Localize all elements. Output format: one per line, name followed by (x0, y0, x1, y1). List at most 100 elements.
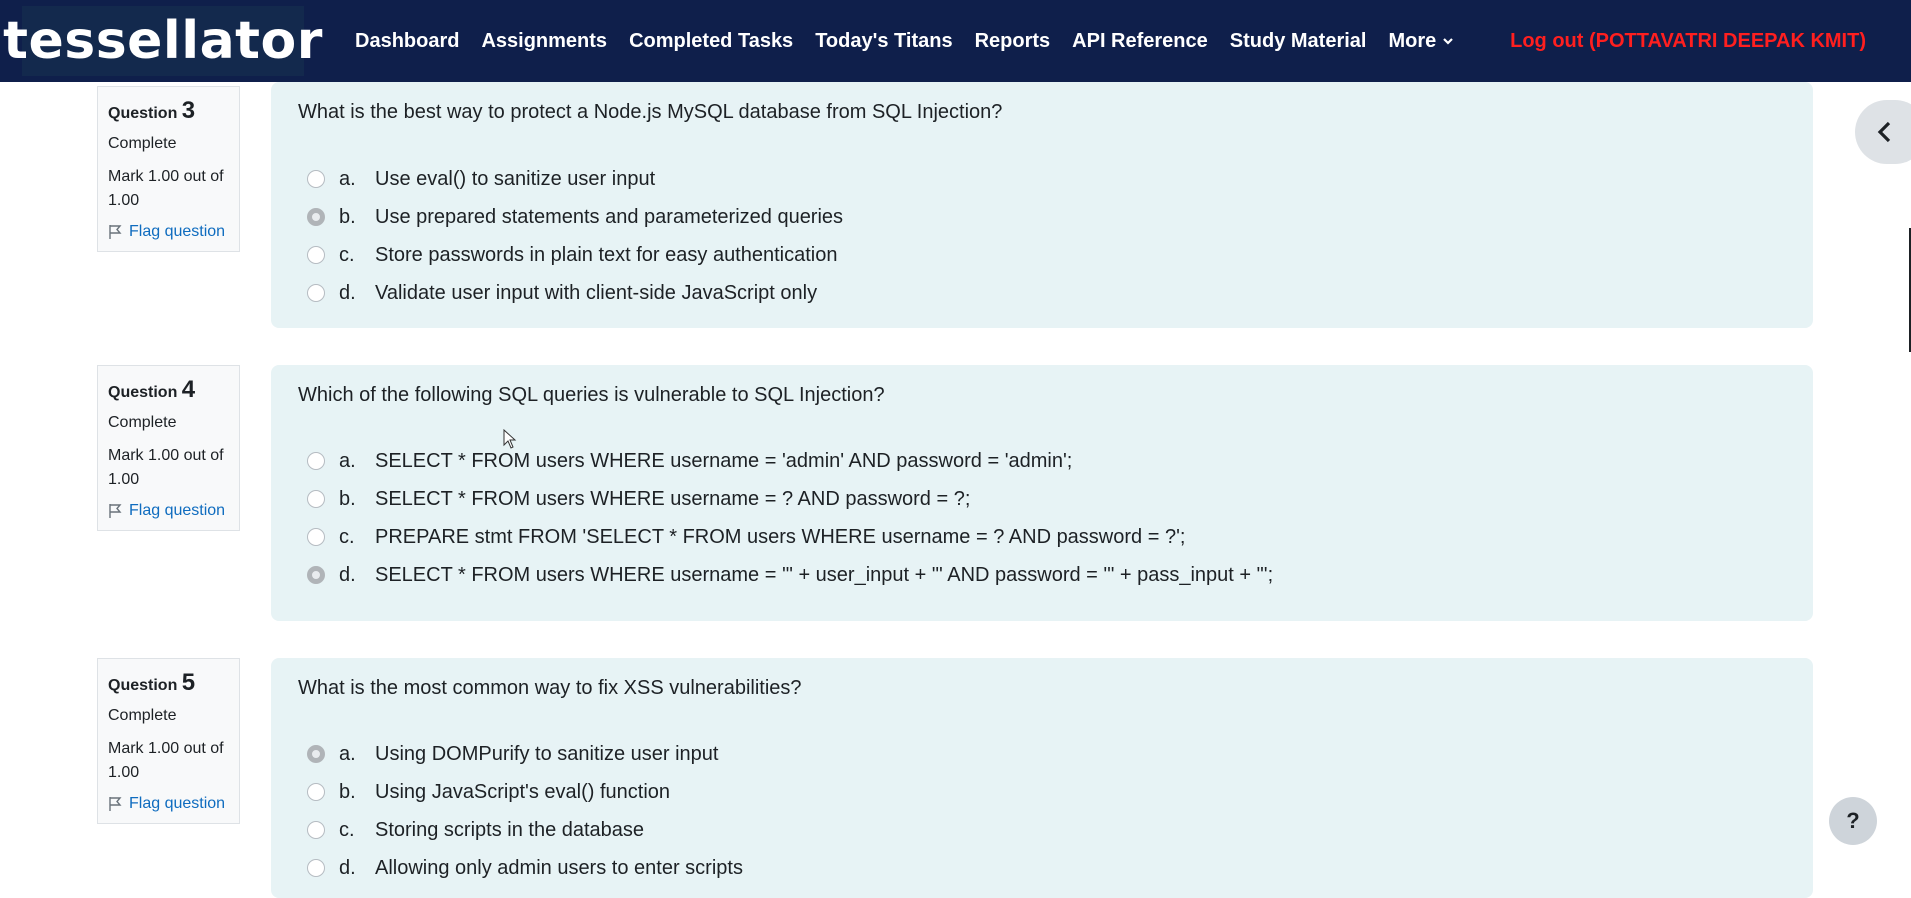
answer-letter: d. (339, 856, 356, 879)
answer-option[interactable]: c. Storing scripts in the database (298, 811, 1813, 849)
nav-item-completed-tasks[interactable]: Completed Tasks (629, 30, 793, 53)
answer-letter: a. (339, 742, 356, 765)
nav-item-reports[interactable]: Reports (975, 30, 1051, 53)
question-number: Question 5 (108, 669, 196, 696)
nav-label: Reports (974, 29, 1051, 52)
answer-letter: b. (339, 205, 356, 228)
question-text: What is the best way to protect a Node.j… (298, 101, 1003, 123)
question-state: Complete (108, 414, 177, 431)
question-formulation-3: What is the best way to protect a Node.j… (271, 82, 1813, 328)
question-grade: Mark 1.00 out of 1.00 (108, 740, 224, 781)
answer-text: Store passwords in plain text for easy a… (375, 243, 838, 266)
radio-button[interactable] (307, 859, 325, 877)
brand-name: tessellator (3, 11, 323, 71)
answer-option[interactable]: d. Allowing only admin users to enter scr… (298, 849, 1813, 887)
answer-option[interactable]: b. SELECT * FROM users WHERE username = ?… (298, 480, 1813, 518)
flag-icon (109, 797, 122, 811)
logout-link[interactable]: Log out (POTTAVATRI DEEPAK KMIT) (1510, 0, 1866, 82)
question-grade: Mark 1.00 out of 1.00 (108, 168, 224, 209)
nav-item-dashboard[interactable]: Dashboard (355, 30, 459, 53)
question-text: What is the most common way to fix XSS v… (298, 677, 802, 699)
flag-question-link[interactable]: Flag question (108, 795, 239, 813)
answer-letter: d. (339, 281, 356, 304)
radio-button[interactable] (307, 821, 325, 839)
question-formulation-4: Which of the following SQL queries is vu… (271, 365, 1813, 621)
answer-option[interactable]: a. SELECT * FROM users WHERE username = '… (298, 442, 1813, 480)
nav-item-study-material[interactable]: Study Material (1230, 30, 1367, 53)
answer-text: Allowing only admin users to enter scrip… (375, 856, 743, 879)
nav-label: Study Material (1229, 29, 1367, 52)
flag-label: Flag question (129, 795, 226, 812)
nav-label: API Reference (1072, 29, 1208, 52)
answer-text: SELECT * FROM users WHERE username = 'ad… (375, 449, 1073, 472)
question-text: Which of the following SQL queries is vu… (298, 384, 885, 406)
radio-button-selected[interactable] (307, 566, 325, 584)
answer-list: a. Using DOMPurify to sanitize user input… (298, 735, 1813, 887)
question-info-5: Question 5 Complete Mark 1.00 out of 1.0… (97, 658, 240, 824)
help-button[interactable]: ? (1829, 797, 1877, 845)
flag-question-link[interactable]: Flag question (108, 223, 239, 241)
radio-button-selected[interactable] (307, 208, 325, 226)
answer-letter: c. (339, 525, 355, 548)
nav-item-todays-titans[interactable]: Today's Titans (815, 30, 952, 53)
answer-text: Storing scripts in the database (375, 818, 645, 841)
answer-text: Using DOMPurify to sanitize user input (375, 742, 719, 765)
nav-label: Completed Tasks (629, 29, 794, 52)
answer-text: Use prepared statements and parameterize… (375, 205, 844, 228)
question-grade: Mark 1.00 out of 1.00 (108, 447, 224, 488)
answer-letter: c. (339, 818, 355, 841)
question-formulation-5: What is the most common way to fix XSS v… (271, 658, 1813, 898)
radio-button[interactable] (307, 284, 325, 302)
answer-option[interactable]: c. PREPARE stmt FROM 'SELECT * FROM users… (298, 518, 1813, 556)
answer-letter: d. (339, 563, 356, 586)
radio-button[interactable] (307, 452, 325, 470)
answer-option[interactable]: d. SELECT * FROM users WHERE username = '… (298, 556, 1813, 594)
brand-logo[interactable]: tessellator (3, 6, 322, 76)
nav-item-api-reference[interactable]: API Reference (1072, 30, 1208, 53)
radio-button[interactable] (307, 783, 325, 801)
radio-button[interactable] (307, 170, 325, 188)
chevron-down-icon (1443, 38, 1454, 45)
answer-text: Use eval() to sanitize user input (375, 167, 656, 190)
drawer-toggle-button[interactable] (1855, 100, 1911, 164)
nav-menu: Dashboard Assignments Completed Tasks To… (355, 0, 1476, 82)
answer-text: SELECT * FROM users WHERE username = '" … (375, 563, 1274, 586)
answer-list: a. SELECT * FROM users WHERE username = '… (298, 442, 1813, 594)
answer-option[interactable]: c. Store passwords in plain text for easy… (298, 236, 1813, 274)
question-mark-icon: ? (1846, 808, 1860, 833)
answer-option[interactable]: b. Using JavaScript's eval() function (298, 773, 1813, 811)
answer-option[interactable]: d. Validate user input with client-side J… (298, 274, 1813, 312)
flag-icon (109, 504, 122, 518)
answer-list: a. Use eval() to sanitize user input b. Us… (298, 160, 1813, 312)
answer-text: SELECT * FROM users WHERE username = ? A… (375, 487, 971, 510)
question-state: Complete (108, 135, 177, 152)
answer-option[interactable]: b. Use prepared statements and parameteri… (298, 198, 1813, 236)
answer-option[interactable]: a. Use eval() to sanitize user input (298, 160, 1813, 198)
question-number: Question 3 (108, 97, 196, 124)
nav-label: Assignments (481, 29, 608, 52)
nav-label: Dashboard (355, 29, 460, 52)
radio-button[interactable] (307, 246, 325, 264)
answer-letter: b. (339, 487, 356, 510)
top-navbar: tessellator Dashboard Assignments Comple… (0, 0, 1911, 82)
nav-label: Today's Titans (815, 29, 953, 52)
question-number: Question 4 (108, 376, 196, 403)
question-state: Complete (108, 707, 177, 724)
nav-item-assignments[interactable]: Assignments (481, 30, 607, 53)
answer-option[interactable]: a. Using DOMPurify to sanitize user input (298, 735, 1813, 773)
nav-item-more[interactable]: More (1388, 30, 1454, 53)
answer-letter: a. (339, 449, 356, 472)
radio-button-selected[interactable] (307, 745, 325, 763)
flag-question-link[interactable]: Flag question (108, 502, 239, 520)
radio-button[interactable] (307, 528, 325, 546)
question-info-3: Question 3 Complete Mark 1.00 out of 1.0… (97, 86, 240, 252)
answer-text: Validate user input with client-side Jav… (375, 281, 818, 304)
question-info-4: Question 4 Complete Mark 1.00 out of 1.0… (97, 365, 240, 531)
answer-text: Using JavaScript's eval() function (375, 780, 671, 803)
radio-button[interactable] (307, 490, 325, 508)
answer-text: PREPARE stmt FROM 'SELECT * FROM users W… (375, 525, 1186, 548)
answer-letter: c. (339, 243, 355, 266)
flag-label: Flag question (129, 223, 226, 240)
nav-label: More (1388, 29, 1437, 52)
flag-label: Flag question (129, 502, 226, 519)
